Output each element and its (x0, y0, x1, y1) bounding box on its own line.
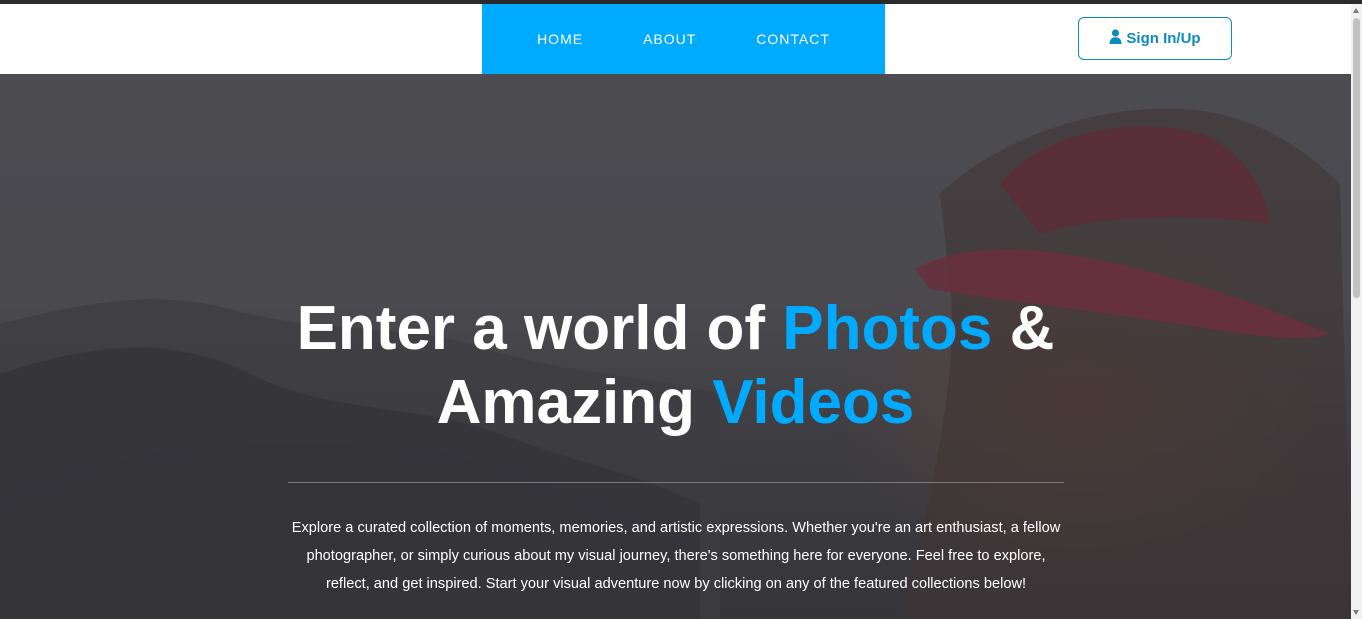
nav-home-link[interactable]: HOME (537, 31, 583, 47)
scroll-up-arrow-icon[interactable] (1353, 8, 1359, 13)
user-icon (1109, 29, 1122, 48)
scroll-down-arrow-icon[interactable] (1353, 610, 1359, 615)
hero-title-accent-photos: Photos (782, 294, 993, 363)
sign-in-up-button[interactable]: Sign In/Up (1078, 17, 1232, 60)
hero-description: Explore a curated collection of moments,… (291, 520, 1061, 592)
hero-title-text-3: Amazing (436, 368, 713, 437)
hero-title-text-2: & (992, 294, 1055, 363)
hero-section: Enter a world of Photos & Amazing Videos… (0, 74, 1351, 619)
nav-about-link[interactable]: ABOUT (643, 31, 696, 47)
scrollbar-thumb[interactable] (1353, 18, 1360, 298)
page-scrollbar[interactable] (1351, 4, 1362, 619)
hero-title: Enter a world of Photos & Amazing Videos (0, 292, 1351, 440)
sign-in-up-label: Sign In/Up (1126, 30, 1201, 47)
hero-divider (288, 482, 1064, 483)
site-header: HOME ABOUT CONTACT Sign In/Up (0, 4, 1351, 74)
hero-title-text-1: Enter a world of (296, 294, 783, 363)
main-nav: HOME ABOUT CONTACT (482, 4, 885, 74)
hero-title-accent-videos: Videos (712, 368, 915, 437)
nav-contact-link[interactable]: CONTACT (756, 31, 830, 47)
